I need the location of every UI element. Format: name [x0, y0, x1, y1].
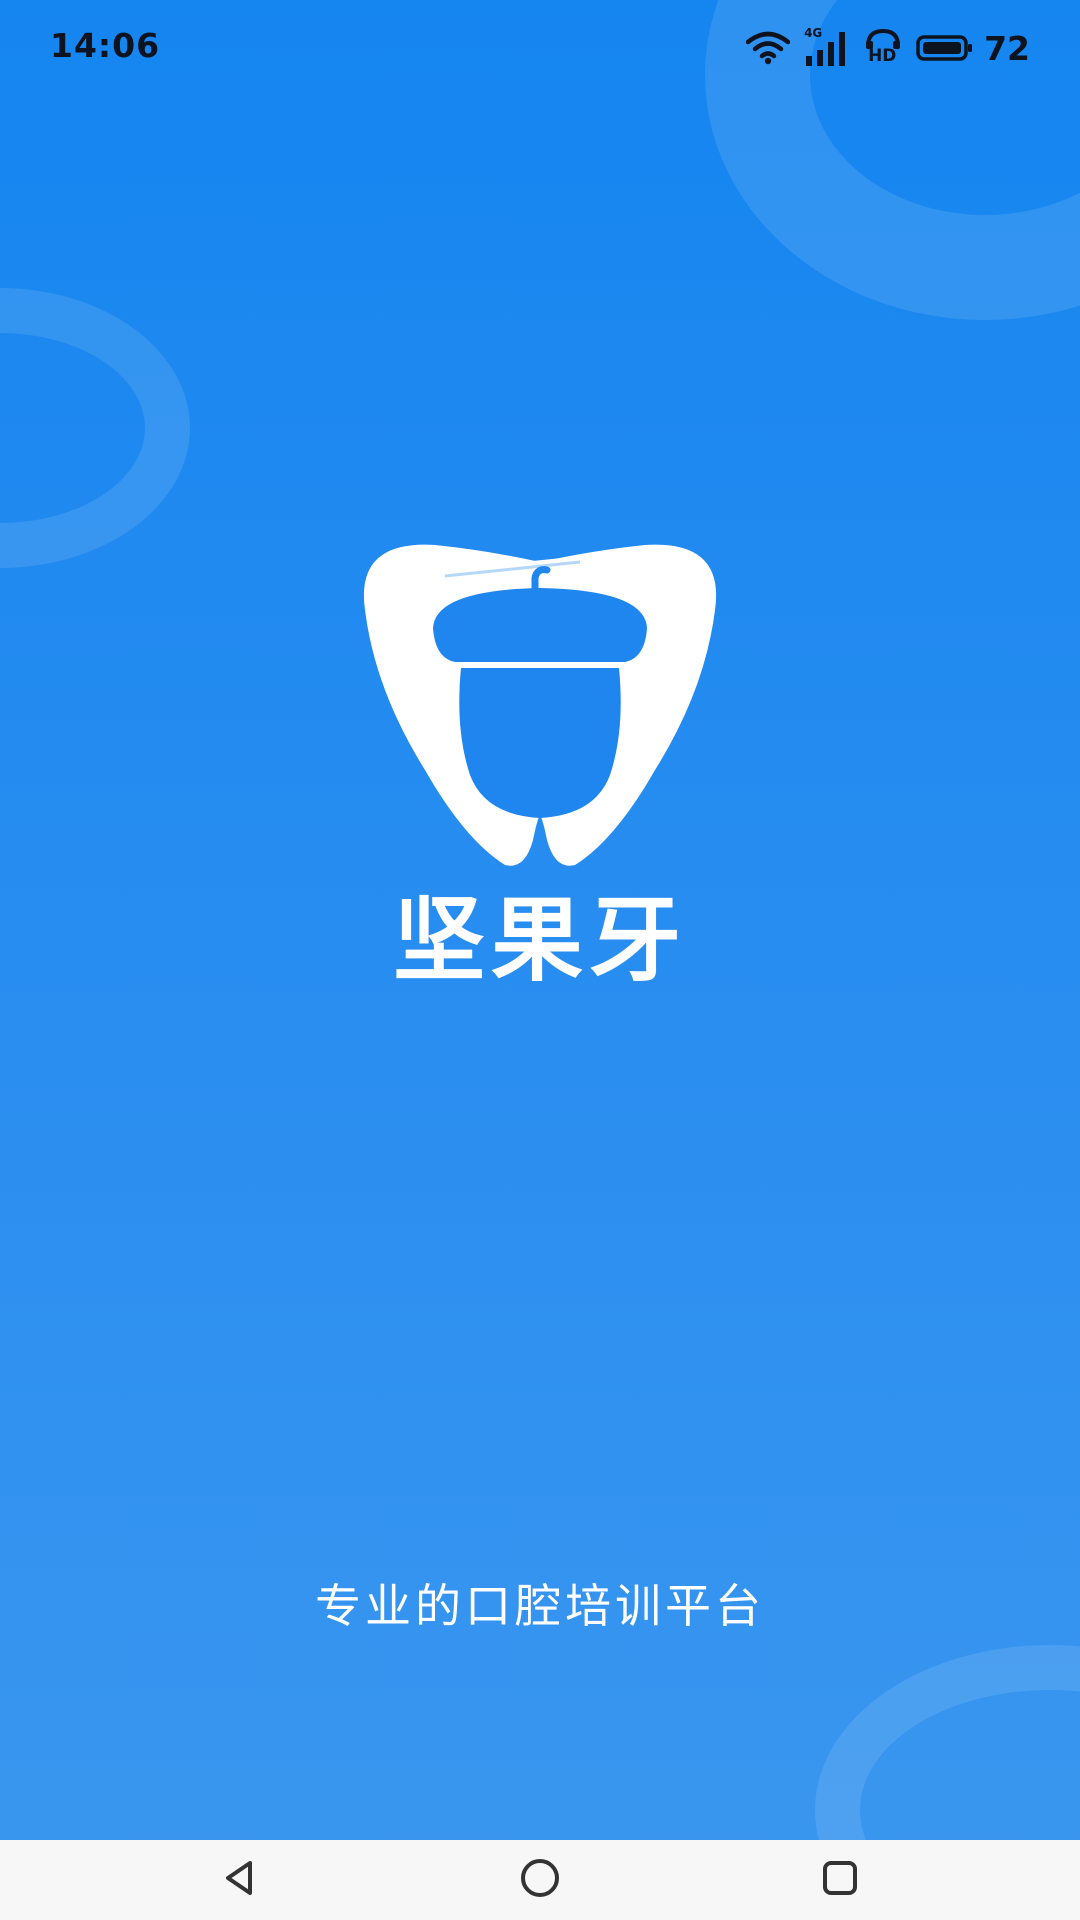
home-icon	[518, 1856, 562, 1904]
status-bar: 14:06 4G HD 72	[0, 0, 1080, 96]
app-name: 坚果牙	[392, 887, 687, 994]
hd-label: HD	[868, 46, 897, 66]
tooth-acorn-logo-icon	[355, 540, 725, 870]
slogan: 专业的口腔培训平台	[315, 1579, 765, 1633]
battery-icon	[916, 34, 974, 62]
back-icon	[220, 1858, 260, 1902]
hd-call-icon: HD	[864, 28, 902, 68]
decorative-ring	[0, 288, 190, 568]
status-icons: 4G HD 72	[746, 26, 1030, 70]
home-button[interactable]	[480, 1840, 600, 1920]
recent-apps-icon	[820, 1858, 860, 1902]
back-button[interactable]	[180, 1840, 300, 1920]
recent-apps-button[interactable]	[780, 1840, 900, 1920]
wifi-icon	[746, 31, 791, 65]
battery-level: 72	[984, 28, 1030, 68]
navigation-bar	[0, 1840, 1080, 1920]
splash-screen: 14:06 4G HD 72 坚果牙 专业的口腔培训平台	[0, 0, 1080, 1920]
signal-4g-icon: 4G	[804, 26, 850, 68]
status-time: 14:06	[50, 26, 161, 65]
